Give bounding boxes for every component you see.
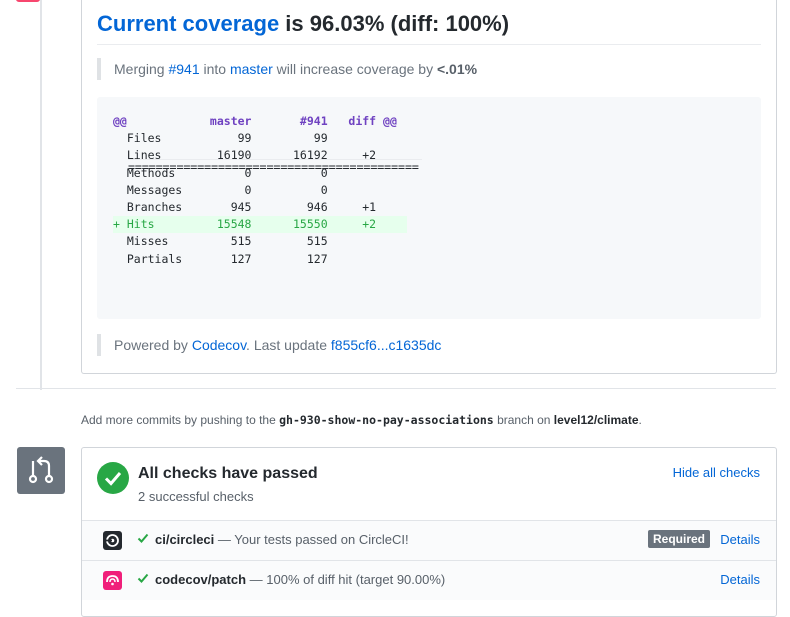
required-badge: Required [647, 530, 710, 548]
details-link-codecov[interactable]: Details [720, 572, 760, 587]
diff-line: Messages 0 0 [113, 182, 397, 197]
merge-suffix: will increase coverage by [272, 61, 437, 77]
checks-count: 2 successful checks [138, 489, 254, 504]
merge-into: into [199, 61, 230, 77]
check-pass-icon [137, 572, 149, 587]
checks-status-title: All checks have passed [138, 465, 318, 482]
push-hint-prefix: Add more commits by pushing to the [81, 413, 280, 427]
heading-rule [97, 44, 761, 45]
push-hint-suffix: . [638, 413, 642, 427]
codecov-link[interactable]: Codecov [192, 337, 246, 353]
head-branch: gh-930-show-no-pay-associations [279, 413, 494, 427]
timeline-divider [16, 388, 776, 389]
codecov-comment: Current coverage is 96.03% (diff: 100%) … [81, 0, 777, 374]
timeline-line [40, 0, 42, 390]
coverage-summary: is 96.03% (diff: 100%) [279, 11, 510, 36]
commit-compare-link[interactable]: f855cf6...c1635dc [331, 337, 442, 353]
diff-line: Misses 515 515 [113, 234, 397, 249]
codecov-avatar [16, 0, 40, 2]
repo-name: level12/climate [553, 413, 639, 427]
check-pass-icon [137, 532, 149, 547]
hide-all-checks-button[interactable]: Hide all checks [673, 465, 760, 480]
check-description: — Your tests passed on CircleCI! [214, 532, 409, 547]
coverage-heading: Current coverage is 96.03% (diff: 100%) [97, 11, 509, 37]
merge-status-box: All checks have passed 2 successful chec… [81, 447, 777, 617]
diff-line: Branches 945 946 +1 [113, 200, 404, 215]
diff-line: Files 99 99 [113, 131, 397, 146]
status-check-row: codecov/patch — 100% of diff hit (target… [82, 560, 776, 600]
push-hint-mid: branch on [493, 413, 554, 427]
success-check-icon [97, 462, 129, 494]
push-hint: Add more commits by pushing to the gh-93… [81, 413, 642, 427]
check-name-codecov: codecov/patch — 100% of diff hit (target… [155, 572, 445, 587]
diff-rule-line: ========================================… [128, 159, 422, 174]
details-link-circleci[interactable]: Details [720, 532, 760, 547]
status-check-row: ci/circleci — Your tests passed on Circl… [82, 520, 776, 560]
coverage-diff-text: @@ master #941 diff @@ ==================… [113, 113, 422, 268]
check-name-circleci: ci/circleci — Your tests passed on Circl… [155, 532, 409, 547]
coverage-diff-table: @@ master #941 diff @@ ==================… [97, 97, 761, 319]
circleci-icon [103, 531, 122, 550]
merge-summary: Merging #941 into master will increase c… [97, 58, 477, 80]
codecov-icon [103, 571, 122, 590]
diff-header-line: @@ master #941 diff @@ [113, 114, 397, 128]
git-pull-request-icon [17, 447, 65, 494]
check-context: codecov/patch [155, 572, 247, 587]
base-branch-link[interactable]: master [230, 61, 273, 77]
diff-line: Partials 127 127 [113, 251, 397, 266]
last-update-label: . Last update [246, 337, 331, 353]
current-coverage-link[interactable]: Current coverage [97, 11, 279, 36]
coverage-delta: <.01% [436, 61, 478, 77]
diff-added-line: + Hits 15548 15550 +2 [113, 216, 407, 234]
merge-prefix: Merging [114, 61, 169, 77]
check-context: ci/circleci [155, 532, 215, 547]
powered-by: Powered by Codecov. Last update f855cf6.… [97, 334, 441, 356]
check-description: — 100% of diff hit (target 90.00%) [246, 572, 446, 587]
powered-prefix: Powered by [114, 337, 192, 353]
pr-link[interactable]: #941 [168, 61, 199, 77]
